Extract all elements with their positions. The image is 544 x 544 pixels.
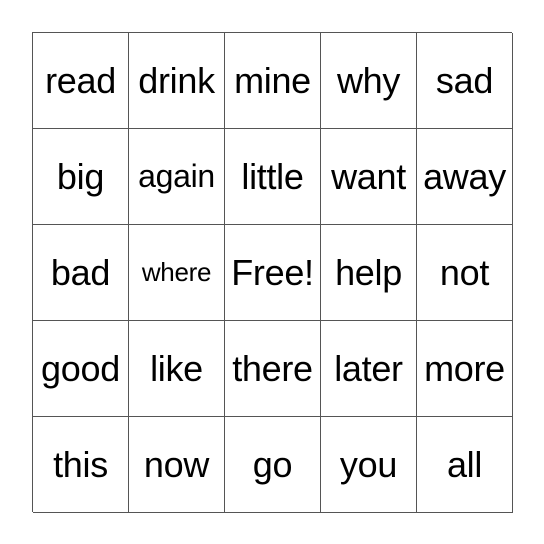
bingo-cell[interactable]: more: [417, 321, 513, 417]
bingo-cell[interactable]: mine: [225, 33, 321, 129]
bingo-board: read drink mine why sad big again little…: [32, 32, 513, 513]
bingo-cell[interactable]: little: [225, 129, 321, 225]
bingo-cell[interactable]: bad: [33, 225, 129, 321]
free-space-cell[interactable]: Free!: [225, 225, 321, 321]
bingo-cell[interactable]: not: [417, 225, 513, 321]
bingo-cell[interactable]: later: [321, 321, 417, 417]
bingo-cell[interactable]: now: [129, 417, 225, 513]
bingo-cell[interactable]: all: [417, 417, 513, 513]
bingo-cell[interactable]: you: [321, 417, 417, 513]
bingo-cell[interactable]: away: [417, 129, 513, 225]
bingo-cell[interactable]: go: [225, 417, 321, 513]
bingo-cell[interactable]: where: [129, 225, 225, 321]
bingo-cell[interactable]: good: [33, 321, 129, 417]
bingo-cell[interactable]: there: [225, 321, 321, 417]
bingo-cell[interactable]: like: [129, 321, 225, 417]
bingo-cell[interactable]: help: [321, 225, 417, 321]
bingo-cell[interactable]: want: [321, 129, 417, 225]
bingo-cell[interactable]: again: [129, 129, 225, 225]
bingo-cell[interactable]: read: [33, 33, 129, 129]
bingo-cell[interactable]: this: [33, 417, 129, 513]
bingo-cell[interactable]: big: [33, 129, 129, 225]
bingo-cell[interactable]: drink: [129, 33, 225, 129]
bingo-cell[interactable]: why: [321, 33, 417, 129]
bingo-cell[interactable]: sad: [417, 33, 513, 129]
